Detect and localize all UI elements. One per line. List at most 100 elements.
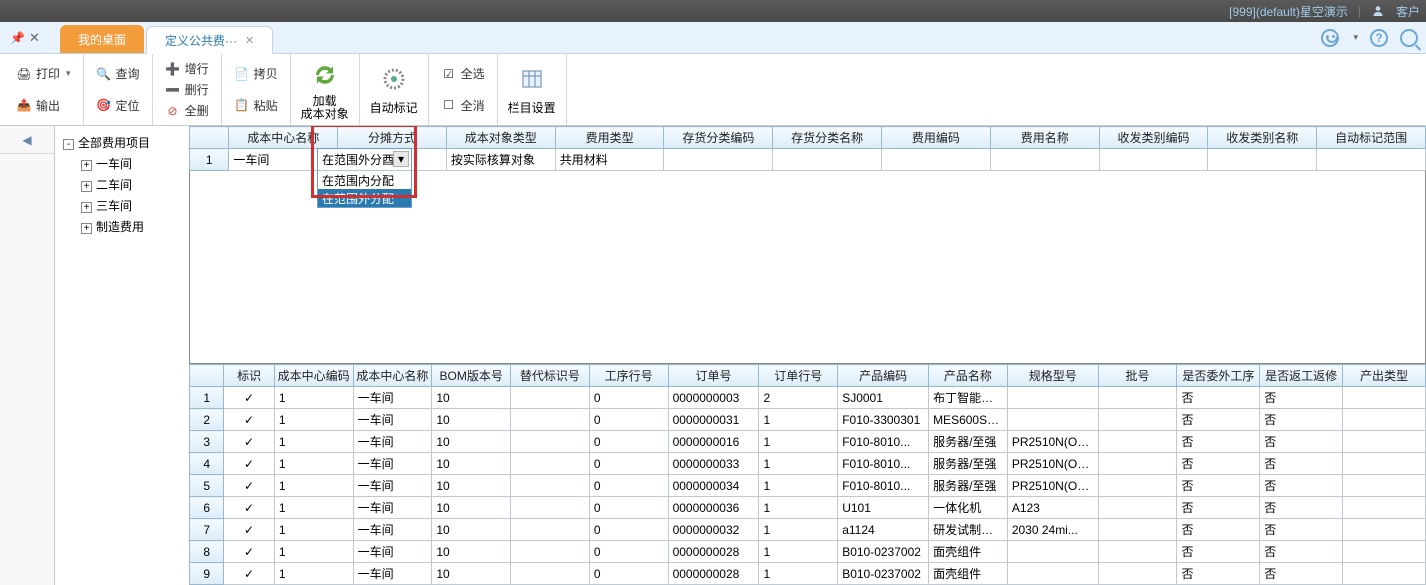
cell[interactable]: 一车间: [353, 409, 432, 431]
cell[interactable]: [1098, 519, 1177, 541]
cell[interactable]: 一车间: [353, 541, 432, 563]
cell[interactable]: 1: [759, 431, 838, 453]
cell[interactable]: [1098, 497, 1177, 519]
left-nav-button[interactable]: ◀: [0, 126, 54, 154]
cell[interactable]: [1343, 541, 1426, 563]
cell[interactable]: 服务器/至强: [929, 431, 1008, 453]
cell[interactable]: 否: [1260, 541, 1343, 563]
cell[interactable]: [511, 409, 590, 431]
col-header[interactable]: 批号: [1098, 365, 1177, 387]
cell[interactable]: 一车间: [353, 387, 432, 409]
cell[interactable]: 面壳组件: [929, 563, 1008, 585]
table-row[interactable]: 9 ✓ 1 一车间 10 0 0000000028 1 B010-0237002…: [190, 563, 1426, 585]
cell[interactable]: 10: [432, 475, 511, 497]
close-icon[interactable]: ✕: [29, 30, 40, 46]
tree-item[interactable]: +制造费用: [77, 216, 185, 237]
col-header[interactable]: 工序行号: [589, 365, 668, 387]
cell[interactable]: [773, 149, 882, 171]
expand-icon[interactable]: +: [81, 202, 92, 213]
cell[interactable]: B010-0237002: [838, 563, 929, 585]
table-row[interactable]: 3 ✓ 1 一车间 10 0 0000000016 1 F010-8010...…: [190, 431, 1426, 453]
cell[interactable]: 1: [759, 541, 838, 563]
cell-mark[interactable]: ✓: [224, 519, 274, 541]
cell[interactable]: [511, 387, 590, 409]
cell[interactable]: 10: [432, 541, 511, 563]
table-row[interactable]: 8 ✓ 1 一车间 10 0 0000000028 1 B010-0237002…: [190, 541, 1426, 563]
cell[interactable]: 1: [274, 431, 353, 453]
cell[interactable]: 否: [1260, 475, 1343, 497]
col-header[interactable]: 产品编码: [838, 365, 929, 387]
cell[interactable]: SJ0001: [838, 387, 929, 409]
cell[interactable]: [511, 497, 590, 519]
cell[interactable]: 0000000032: [668, 519, 759, 541]
table-row[interactable]: 1 ✓ 1 一车间 10 0 0000000003 2 SJ0001 布丁智能手…: [190, 387, 1426, 409]
cell[interactable]: [1343, 387, 1426, 409]
cell[interactable]: 1: [274, 519, 353, 541]
tab-current[interactable]: 定义公共费···✕: [146, 26, 273, 54]
cell[interactable]: 1: [274, 475, 353, 497]
cell[interactable]: 0000000033: [668, 453, 759, 475]
cell[interactable]: 1: [274, 387, 353, 409]
cell[interactable]: 0: [589, 409, 668, 431]
cell[interactable]: [511, 563, 590, 585]
cell[interactable]: 10: [432, 519, 511, 541]
cell[interactable]: 否: [1260, 431, 1343, 453]
cell[interactable]: 0000000036: [668, 497, 759, 519]
cell[interactable]: 否: [1177, 541, 1260, 563]
cell-mark[interactable]: ✓: [224, 541, 274, 563]
smile-icon[interactable]: [1321, 29, 1339, 47]
cell-mark[interactable]: ✓: [224, 563, 274, 585]
cell[interactable]: 否: [1177, 497, 1260, 519]
col-header[interactable]: BOM版本号: [432, 365, 511, 387]
cell[interactable]: 1: [759, 453, 838, 475]
col-header[interactable]: 是否委外工序: [1177, 365, 1260, 387]
copy-button[interactable]: 📄拷贝: [230, 63, 282, 84]
cell[interactable]: 否: [1177, 409, 1260, 431]
cell[interactable]: [990, 149, 1099, 171]
cell[interactable]: [1007, 409, 1098, 431]
cell[interactable]: 0000000031: [668, 409, 759, 431]
table-row[interactable]: 2 ✓ 1 一车间 10 0 0000000031 1 F010-3300301…: [190, 409, 1426, 431]
table-row[interactable]: 7 ✓ 1 一车间 10 0 0000000032 1 a1124 研发试制芯片…: [190, 519, 1426, 541]
col-header[interactable]: 成本中心名称: [229, 127, 338, 149]
pin-icon[interactable]: 📌: [10, 31, 25, 45]
cell-mark[interactable]: ✓: [224, 409, 274, 431]
cell[interactable]: [1098, 409, 1177, 431]
cell[interactable]: a1124: [838, 519, 929, 541]
cell[interactable]: 一车间: [353, 431, 432, 453]
cell[interactable]: F010-8010...: [838, 475, 929, 497]
cell[interactable]: 0000000028: [668, 563, 759, 585]
table-row[interactable]: 4 ✓ 1 一车间 10 0 0000000033 1 F010-8010...…: [190, 453, 1426, 475]
cell[interactable]: 服务器/至强: [929, 475, 1008, 497]
col-header[interactable]: 标识: [224, 365, 274, 387]
cell[interactable]: 否: [1260, 563, 1343, 585]
col-header[interactable]: 费用编码: [882, 127, 991, 149]
cell[interactable]: 一车间: [353, 497, 432, 519]
cell[interactable]: 一体化机: [929, 497, 1008, 519]
cell[interactable]: 否: [1177, 431, 1260, 453]
cell[interactable]: A123: [1007, 497, 1098, 519]
cell[interactable]: F010-8010...: [838, 453, 929, 475]
help-icon[interactable]: ?: [1370, 29, 1388, 47]
automark-button[interactable]: 自动标记: [360, 54, 428, 125]
cell[interactable]: 研发试制芯片: [929, 519, 1008, 541]
cell[interactable]: 0: [589, 563, 668, 585]
cell[interactable]: 2: [759, 387, 838, 409]
col-header[interactable]: 订单行号: [759, 365, 838, 387]
cell[interactable]: [1098, 431, 1177, 453]
cell[interactable]: 否: [1177, 563, 1260, 585]
expand-icon[interactable]: +: [81, 160, 92, 171]
col-header[interactable]: 存货分类编码: [664, 127, 773, 149]
cell[interactable]: [1098, 541, 1177, 563]
cell[interactable]: 0000000003: [668, 387, 759, 409]
expand-icon[interactable]: +: [81, 181, 92, 192]
cell[interactable]: 1: [274, 409, 353, 431]
col-header[interactable]: 存货分类名称: [773, 127, 882, 149]
cell[interactable]: [1208, 149, 1317, 171]
cell[interactable]: 0: [589, 453, 668, 475]
cell[interactable]: [1343, 409, 1426, 431]
paste-button[interactable]: 📋粘贴: [230, 95, 282, 116]
cell[interactable]: 0: [589, 431, 668, 453]
cell[interactable]: 否: [1260, 409, 1343, 431]
cell[interactable]: [1098, 453, 1177, 475]
